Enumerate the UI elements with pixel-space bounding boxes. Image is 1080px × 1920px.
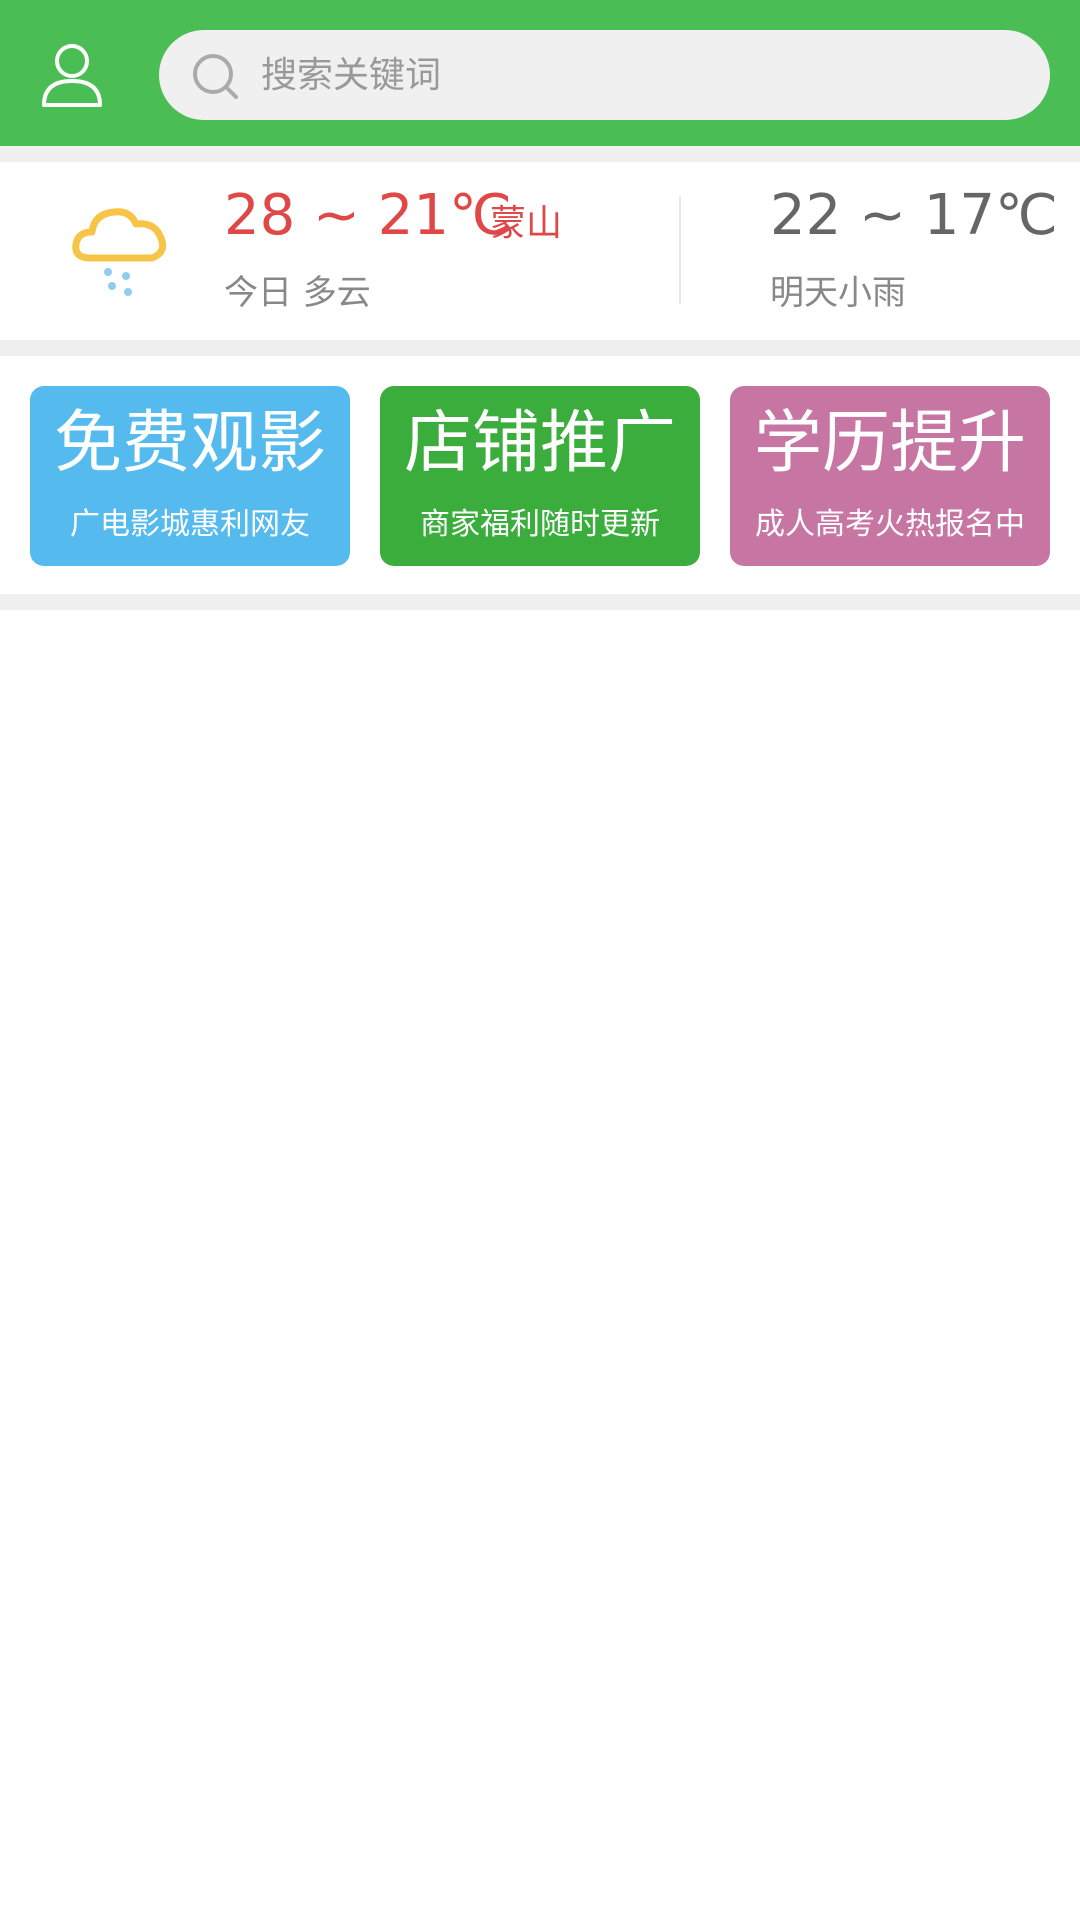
divider xyxy=(0,340,1080,356)
top-header xyxy=(0,0,1080,146)
promo-subtitle: 广电影城惠利网友 xyxy=(70,507,310,542)
promo-subtitle: 成人高考火热报名中 xyxy=(755,507,1025,542)
tomorrow-weather-desc: 明天小雨 xyxy=(770,273,906,313)
promo-title: 学历提升 xyxy=(753,404,1026,483)
today-temperature: 28 ~ 21℃ xyxy=(224,183,512,248)
promo-shop-promotion[interactable]: 店铺推广 商家福利随时更新 xyxy=(380,386,700,566)
cloud-rain-icon xyxy=(72,208,167,296)
promo-free-movie[interactable]: 免费观影 广电影城惠利网友 xyxy=(30,386,350,566)
divider xyxy=(0,146,1080,162)
weather-divider xyxy=(679,196,681,304)
city-name: 蒙山 xyxy=(490,203,563,244)
promo-education[interactable]: 学历提升 成人高考火热报名中 xyxy=(730,386,1050,566)
promo-subtitle: 商家福利随时更新 xyxy=(420,507,660,542)
user-icon xyxy=(42,44,102,107)
search-icon xyxy=(193,54,238,99)
tomorrow-temperature: 22 ~ 17℃ xyxy=(770,183,1058,248)
promo-banner-row: 免费观影 广电影城惠利网友 店铺推广 商家福利随时更新 学历提升 成人高考火热报… xyxy=(0,356,1080,594)
divider xyxy=(0,594,1080,610)
weather-card[interactable]: 28 ~ 21℃ 蒙山 今日 多云 22 ~ 17℃ 明天小雨 xyxy=(0,162,1080,340)
search-bar[interactable] xyxy=(159,30,1050,120)
profile-button[interactable] xyxy=(38,40,106,110)
promo-title: 免费观影 xyxy=(53,404,326,483)
today-weather-desc: 今日 多云 xyxy=(224,273,371,313)
search-input[interactable] xyxy=(259,30,1019,120)
promo-title: 店铺推广 xyxy=(403,404,676,483)
